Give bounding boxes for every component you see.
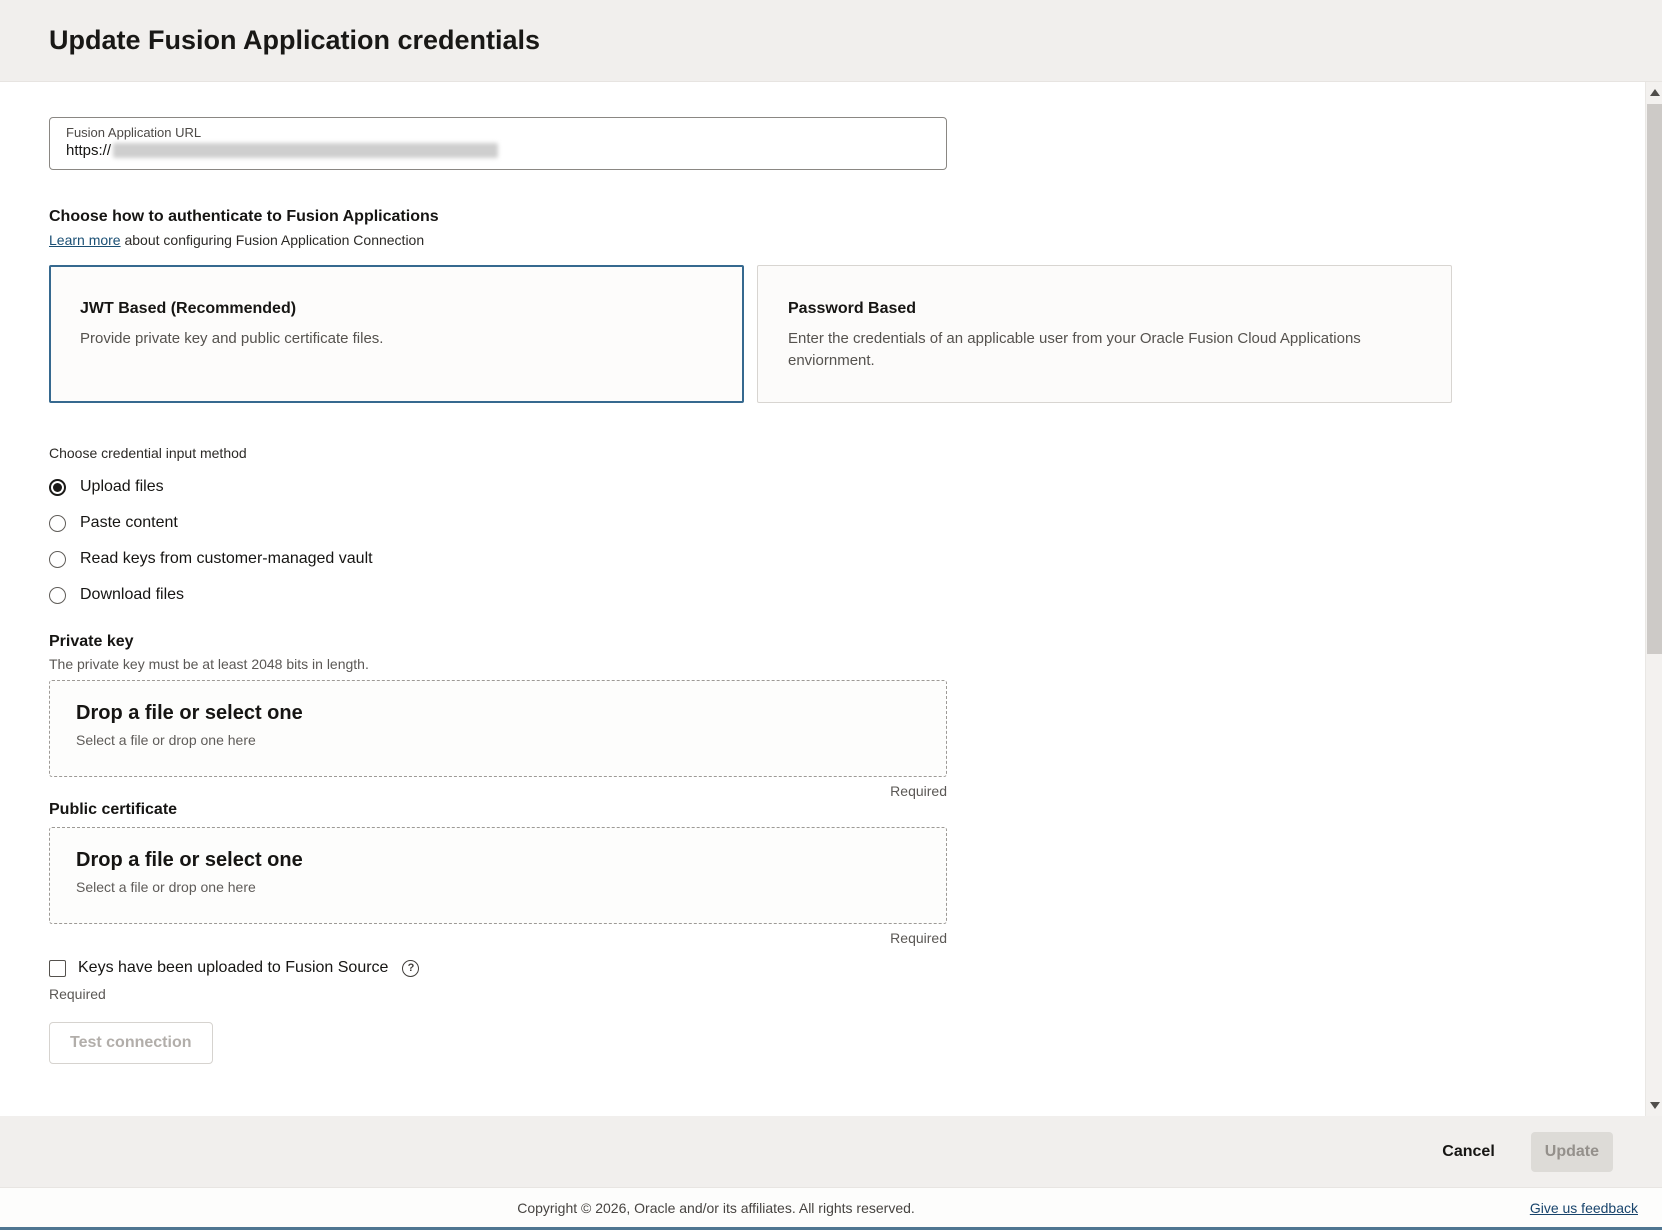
cancel-button[interactable]: Cancel [1442, 1143, 1494, 1161]
fusion-url-prefix: https:// [66, 142, 111, 159]
scroll-up-button[interactable] [1646, 84, 1662, 101]
private-key-heading: Private key [49, 633, 1596, 651]
scrollbar[interactable] [1645, 82, 1662, 1116]
radio-download-files[interactable]: Download files [49, 577, 1596, 613]
page-header: Update Fusion Application credentials [0, 0, 1662, 82]
auth-method-cards: JWT Based (Recommended) Provide private … [49, 265, 1596, 403]
arrow-down-icon [1650, 1102, 1660, 1109]
public-certificate-dropzone-subtitle: Select a file or drop one here [76, 879, 946, 895]
auth-section-heading: Choose how to authenticate to Fusion App… [49, 208, 1596, 226]
test-connection-button[interactable]: Test connection [49, 1022, 213, 1064]
auth-card-password-title: Password Based [788, 300, 1421, 318]
radio-upload-files[interactable]: Upload files [49, 469, 1596, 505]
private-key-required-label: Required [49, 783, 947, 799]
update-button[interactable]: Update [1531, 1132, 1613, 1172]
public-certificate-required-label: Required [49, 930, 947, 946]
radio-unselected-icon [49, 551, 66, 568]
radio-unselected-icon [49, 587, 66, 604]
radio-paste-content[interactable]: Paste content [49, 505, 1596, 541]
content: Fusion Application URL https:// Choose h… [0, 82, 1662, 1116]
footer-action-bar: Cancel Update [0, 1116, 1662, 1187]
radio-download-files-label: Download files [80, 586, 184, 604]
page-title: Update Fusion Application credentials [49, 25, 540, 56]
radio-read-keys-vault[interactable]: Read keys from customer-managed vault [49, 541, 1596, 577]
public-certificate-heading: Public certificate [49, 801, 1596, 819]
public-certificate-dropzone-title: Drop a file or select one [76, 849, 946, 872]
keys-uploaded-required-label: Required [49, 986, 1596, 1002]
fusion-url-input[interactable]: Fusion Application URL https:// [49, 117, 947, 170]
fusion-url-label: Fusion Application URL [66, 125, 930, 140]
keys-uploaded-checkbox[interactable] [49, 960, 66, 977]
learn-more-link[interactable]: Learn more [49, 232, 121, 248]
private-key-dropzone-title: Drop a file or select one [76, 702, 946, 725]
statusbar: Copyright © 2026, Oracle and/or its affi… [0, 1187, 1662, 1227]
credential-input-method-label: Choose credential input method [49, 445, 1596, 461]
arrow-up-icon [1650, 89, 1660, 96]
keys-uploaded-checkbox-row[interactable]: Keys have been uploaded to Fusion Source… [49, 956, 1596, 980]
radio-paste-content-label: Paste content [80, 514, 178, 532]
radio-unselected-icon [49, 515, 66, 532]
keys-uploaded-checkbox-label: Keys have been uploaded to Fusion Source [78, 959, 388, 977]
auth-card-password[interactable]: Password Based Enter the credentials of … [757, 265, 1452, 403]
give-feedback-link[interactable]: Give us feedback [1530, 1200, 1638, 1216]
auth-card-password-description: Enter the credentials of an applicable u… [788, 328, 1408, 372]
auth-card-jwt-title: JWT Based (Recommended) [80, 300, 713, 318]
private-key-dropzone-subtitle: Select a file or drop one here [76, 732, 946, 748]
help-icon[interactable]: ? [402, 960, 419, 977]
fusion-url-value: https:// [66, 142, 930, 159]
scroll-down-button[interactable] [1646, 1097, 1662, 1114]
auth-card-jwt-description: Provide private key and public certifica… [80, 328, 700, 350]
learn-more-line: Learn more about configuring Fusion Appl… [49, 232, 1596, 248]
page: Update Fusion Application credentials Fu… [0, 0, 1662, 1230]
public-certificate-dropzone[interactable]: Drop a file or select one Select a file … [49, 827, 947, 924]
redacted-url-value [113, 143, 498, 158]
auth-card-jwt[interactable]: JWT Based (Recommended) Provide private … [49, 265, 744, 403]
copyright-text: Copyright © 2026, Oracle and/or its affi… [0, 1200, 1432, 1216]
learn-more-text: about configuring Fusion Application Con… [121, 232, 425, 248]
radio-read-keys-vault-label: Read keys from customer-managed vault [80, 550, 373, 568]
scrollbar-thumb[interactable] [1647, 104, 1662, 654]
credential-input-method-radio-group: Upload files Paste content Read keys fro… [49, 469, 1596, 613]
radio-upload-files-label: Upload files [80, 478, 164, 496]
private-key-dropzone[interactable]: Drop a file or select one Select a file … [49, 680, 947, 777]
radio-selected-icon [49, 479, 66, 496]
private-key-helper: The private key must be at least 2048 bi… [49, 656, 1596, 672]
